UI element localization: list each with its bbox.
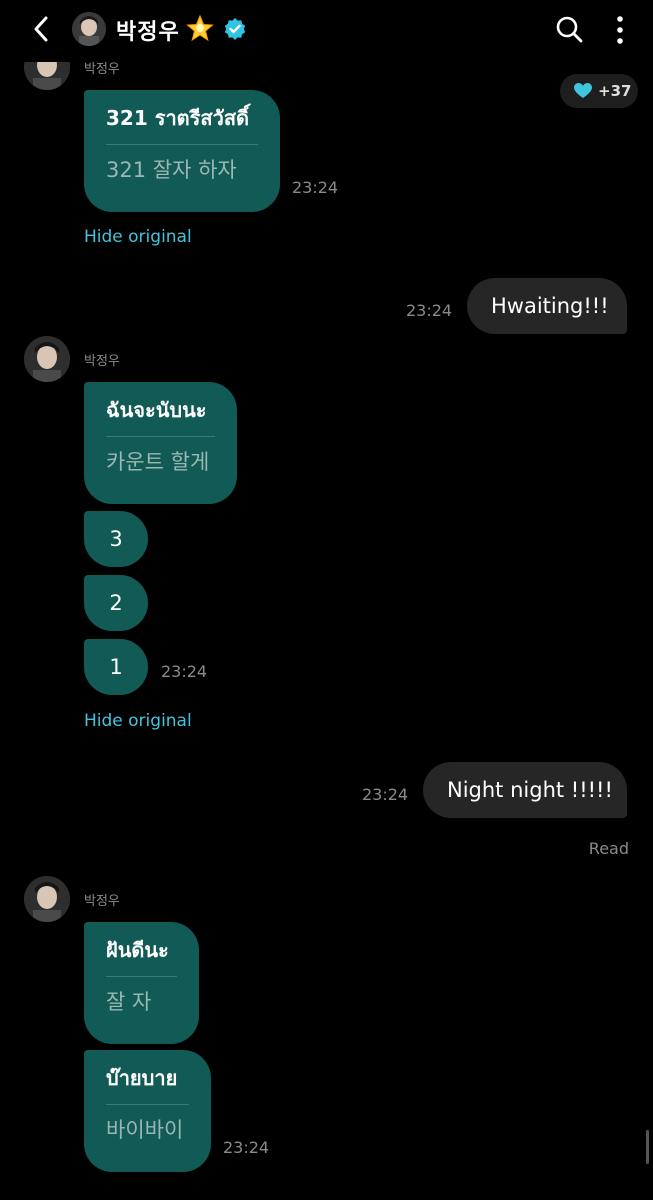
translated-message-bubble[interactable]: ฝันดีนะ 잘 자 (84, 922, 199, 1044)
sender-name: 박정우 (84, 894, 120, 909)
translated-message-bubble[interactable]: บ๊ายบาย 바이바이 (84, 1050, 211, 1172)
translated-message-bubble[interactable]: 321 ราตรีสวัสดิ์ 321 잘자 하자 (84, 90, 280, 212)
search-icon[interactable] (554, 14, 584, 44)
header-avatar[interactable] (72, 12, 106, 46)
chat-title: 박정우 (116, 20, 180, 45)
sender-name: 박정우 (84, 354, 120, 369)
scrollbar[interactable] (646, 1130, 649, 1164)
message-time: 23:24 (292, 178, 339, 197)
original-text: บ๊ายบาย (106, 1066, 178, 1090)
message-time: 23:24 (362, 785, 409, 804)
verified-badge-icon (224, 18, 246, 40)
likes-count: +37 (598, 82, 632, 100)
translated-text: 카운트 할게 (106, 450, 210, 474)
sender-avatar[interactable] (24, 876, 70, 922)
translation-divider (106, 1104, 189, 1105)
translated-text: 잘 자 (106, 990, 152, 1014)
more-vertical-icon[interactable] (612, 14, 628, 46)
sender-avatar[interactable] (24, 336, 70, 382)
message-text: Hwaiting!!! (491, 294, 609, 318)
outgoing-message-bubble[interactable]: Night night !!!!! (423, 762, 627, 818)
likes-badge[interactable]: +37 (560, 74, 638, 108)
message-time: 23:24 (406, 301, 453, 320)
original-text: 321 ราตรีสวัสดิ์ (106, 106, 250, 130)
incoming-message-bubble[interactable]: 2 (84, 575, 148, 631)
translated-text: 바이바이 (106, 1118, 184, 1142)
hide-original-link[interactable]: Hide original (84, 227, 192, 247)
translation-divider (106, 436, 215, 437)
back-icon[interactable] (28, 14, 56, 44)
hide-original-link[interactable]: Hide original (84, 711, 192, 731)
message-time: 23:24 (161, 662, 208, 681)
message-time: 23:24 (223, 1138, 270, 1157)
translated-text: 321 잘자 하자 (106, 158, 237, 182)
incoming-message-bubble[interactable]: 3 (84, 511, 148, 567)
original-text: ฝันดีนะ (106, 938, 169, 962)
original-text: ฉันจะนับนะ (106, 398, 207, 422)
message-text: Night night !!!!! (447, 778, 613, 802)
star-icon (186, 14, 214, 42)
translation-divider (106, 976, 177, 977)
translation-divider (106, 144, 258, 145)
outgoing-message-bubble[interactable]: Hwaiting!!! (467, 278, 627, 334)
chat-header: 박정우 (0, 0, 653, 62)
incoming-message-bubble[interactable]: 1 (84, 639, 148, 695)
read-receipt: Read (588, 839, 629, 858)
translated-message-bubble[interactable]: ฉันจะนับนะ 카운트 할게 (84, 382, 237, 504)
heart-icon (574, 83, 592, 98)
